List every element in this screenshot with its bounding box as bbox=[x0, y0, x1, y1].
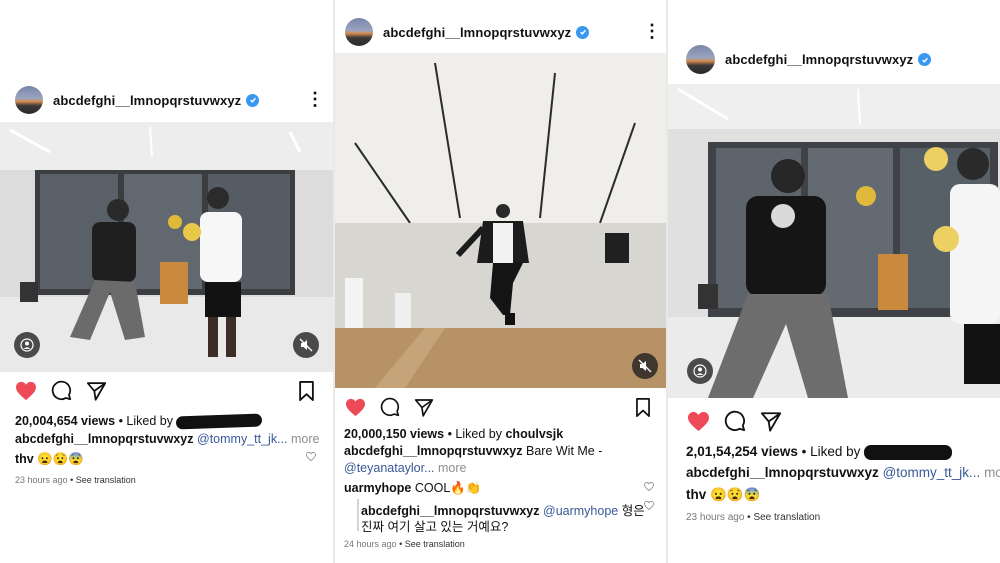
liked-by-label: • Liked by bbox=[118, 414, 173, 428]
caption-line: abcdefghi__lmnopqrstuvwxyz Bare Wit Me - bbox=[344, 444, 602, 458]
timestamp: 23 hours ago bbox=[686, 512, 745, 523]
username[interactable]: abcdefghi__lmnopqrstuvwxyz bbox=[383, 25, 571, 40]
heart-icon[interactable] bbox=[687, 411, 710, 432]
reply-text: 형은 bbox=[621, 504, 645, 518]
profile-icon[interactable] bbox=[687, 358, 713, 384]
comment-like-icon[interactable] bbox=[306, 452, 316, 461]
comment-icon[interactable] bbox=[724, 410, 746, 432]
video-frame bbox=[0, 122, 333, 372]
post-actions bbox=[15, 380, 121, 401]
caption-mention[interactable]: @tommy_tt_jk... bbox=[883, 465, 981, 480]
comment-text: 😦😧😨 bbox=[37, 452, 84, 466]
share-icon[interactable] bbox=[414, 398, 434, 417]
caption-text: Bare Wit Me - bbox=[526, 444, 603, 458]
timestamp: 24 hours ago bbox=[344, 539, 397, 549]
video-frame bbox=[335, 53, 666, 388]
share-icon[interactable] bbox=[86, 381, 107, 401]
liked-by-label: • Liked by bbox=[801, 444, 861, 459]
caption-mention[interactable]: @teyanataylor... bbox=[344, 461, 435, 475]
reply-text-continued: 진짜 여기 살고 있는 거예요? bbox=[361, 520, 509, 534]
comment-line: uarmyhope COOL🔥👏 bbox=[344, 481, 481, 496]
share-icon[interactable] bbox=[760, 411, 782, 432]
liked-by-label: • Liked by bbox=[447, 427, 502, 441]
avatar[interactable] bbox=[345, 18, 373, 46]
comment-username[interactable]: thv bbox=[15, 452, 34, 466]
caption-mention[interactable]: @tommy_tt_jk... bbox=[197, 432, 288, 446]
profile-icon[interactable] bbox=[14, 332, 40, 358]
username[interactable]: abcdefghi__lmnopqrstuvwxyz bbox=[725, 52, 913, 67]
post-panel-2: abcdefghi__lmnopqrstuvwxyz ⋮ 20,000,150 … bbox=[335, 0, 666, 563]
caption-line-2: @teyanataylor... more bbox=[344, 461, 466, 475]
post-video[interactable] bbox=[335, 53, 666, 388]
comment-line: thv 😦😧😨 bbox=[15, 452, 84, 467]
post-panel-3: abcdefghi__lmnopqrstuvwxyz 2,01,54,254 v… bbox=[668, 0, 1000, 563]
caption-username[interactable]: abcdefghi__lmnopqrstuvwxyz bbox=[686, 465, 879, 480]
redacted-username bbox=[176, 413, 263, 430]
post-actions bbox=[687, 410, 796, 432]
views-line: 20,000,150 views • Liked by choulvsjk bbox=[344, 427, 563, 441]
avatar[interactable] bbox=[15, 86, 43, 114]
bookmark-icon[interactable] bbox=[298, 381, 315, 401]
more-options-icon[interactable]: ⋮ bbox=[306, 90, 324, 108]
redacted-username bbox=[864, 444, 953, 460]
heart-icon[interactable] bbox=[15, 381, 37, 401]
verified-badge-icon bbox=[576, 25, 590, 39]
see-translation-link[interactable]: • See translation bbox=[399, 539, 465, 549]
video-frame bbox=[668, 84, 1000, 398]
caption-line: abcdefghi__lmnopqrstuvwxyz @tommy_tt_jk.… bbox=[686, 465, 1000, 480]
reply-line-2: 진짜 여기 살고 있는 거예요? bbox=[361, 516, 508, 535]
comment-icon[interactable] bbox=[380, 397, 400, 417]
username[interactable]: abcdefghi__lmnopqrstuvwxyz bbox=[53, 93, 241, 108]
timestamp-line: 23 hours ago • See translation bbox=[686, 512, 820, 523]
comment-text: COOL🔥👏 bbox=[414, 481, 482, 495]
caption-username[interactable]: abcdefghi__lmnopqrstuvwxyz bbox=[15, 432, 194, 446]
more-options-icon[interactable]: ⋮ bbox=[643, 22, 661, 40]
liked-by-username[interactable]: choulvsjk bbox=[505, 427, 563, 441]
view-count[interactable]: 20,004,654 views bbox=[15, 414, 115, 428]
heart-icon[interactable] bbox=[345, 398, 366, 417]
comment-username[interactable]: thv bbox=[686, 487, 706, 502]
post-panel-1: abcdefghi__lmnopqrstuvwxyz ⋮ 20,004,654 … bbox=[0, 0, 333, 563]
post-actions bbox=[345, 397, 448, 417]
post-video[interactable] bbox=[0, 122, 333, 372]
verified-badge-icon bbox=[918, 53, 932, 66]
comment-username[interactable]: uarmyhope bbox=[344, 481, 411, 495]
timestamp-line: 24 hours ago • See translation bbox=[344, 539, 465, 549]
see-translation-link[interactable]: • See translation bbox=[70, 475, 136, 485]
reply-mention[interactable]: @uarmyhope bbox=[543, 504, 618, 518]
mute-icon[interactable] bbox=[293, 332, 319, 358]
reply-thread-line bbox=[357, 499, 359, 531]
caption-line: abcdefghi__lmnopqrstuvwxyz @tommy_tt_jk.… bbox=[15, 432, 319, 446]
verified-badge-icon bbox=[246, 93, 260, 107]
comment-text: 😦😧😨 bbox=[710, 487, 761, 502]
timestamp: 23 hours ago bbox=[15, 475, 68, 485]
comment-like-icon[interactable] bbox=[644, 482, 654, 491]
caption-username[interactable]: abcdefghi__lmnopqrstuvwxyz bbox=[344, 444, 523, 458]
see-translation-link[interactable]: • See translation bbox=[747, 512, 820, 523]
reply-like-icon[interactable] bbox=[644, 501, 654, 510]
bookmark-icon[interactable] bbox=[635, 398, 651, 417]
comment-icon[interactable] bbox=[51, 380, 72, 401]
views-line: 20,004,654 views • Liked by bbox=[15, 413, 263, 430]
avatar[interactable] bbox=[686, 45, 715, 74]
views-line: 2,01,54,254 views • Liked by bbox=[686, 444, 953, 460]
view-count[interactable]: 2,01,54,254 views bbox=[686, 444, 798, 459]
post-header: abcdefghi__lmnopqrstuvwxyz bbox=[335, 18, 666, 46]
more-link[interactable]: more bbox=[291, 432, 319, 446]
view-count[interactable]: 20,000,150 views bbox=[344, 427, 444, 441]
comment-line: thv 😦😧😨 bbox=[686, 487, 760, 503]
more-link[interactable]: more bbox=[984, 465, 1000, 480]
post-video[interactable] bbox=[668, 84, 1000, 398]
timestamp-line: 23 hours ago • See translation bbox=[15, 475, 136, 485]
mute-icon[interactable] bbox=[632, 353, 658, 379]
post-header: abcdefghi__lmnopqrstuvwxyz bbox=[0, 86, 333, 114]
more-link[interactable]: more bbox=[438, 461, 466, 475]
post-header: abcdefghi__lmnopqrstuvwxyz bbox=[668, 45, 1000, 74]
